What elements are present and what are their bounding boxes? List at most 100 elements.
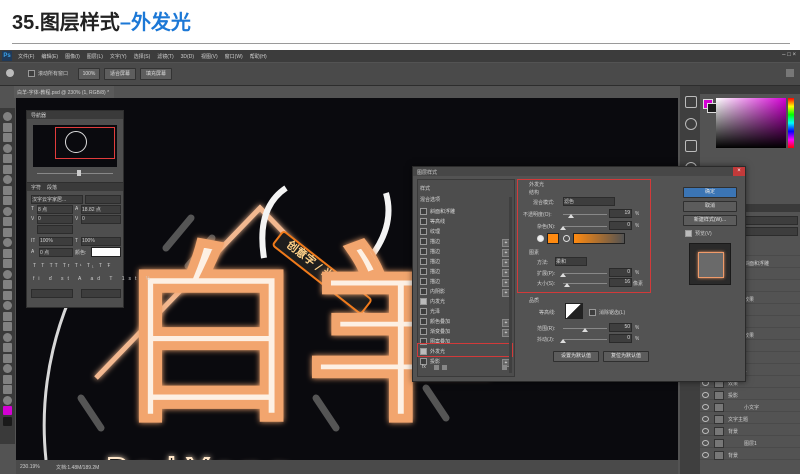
tab-paragraph[interactable]: 段落	[47, 184, 57, 191]
style-item[interactable]: 内发光	[420, 297, 512, 307]
spread-knob[interactable]	[560, 273, 566, 277]
style-checkbox[interactable]	[420, 308, 427, 316]
kerning-field[interactable]: 0	[37, 215, 73, 224]
superscript-button[interactable]: T¹	[75, 263, 84, 269]
spread-field[interactable]: 0	[609, 268, 632, 277]
tool-icon[interactable]	[3, 175, 12, 184]
style-item[interactable]: 斜面和浮雕	[420, 207, 512, 217]
tool-icon[interactable]	[3, 385, 12, 394]
layer-row[interactable]: 背景	[700, 426, 800, 436]
opentype-buttons[interactable]: fi ɗ st A ad T 1st ½	[33, 276, 154, 282]
preview-checkbox[interactable]: 预览(V)	[685, 230, 712, 238]
ok-button[interactable]: 确定	[683, 187, 737, 198]
tool-icon[interactable]	[3, 311, 12, 321]
tool-icon[interactable]	[3, 269, 12, 279]
tracking-field[interactable]: 0	[81, 215, 121, 224]
menu-window[interactable]: 窗口(W)	[225, 54, 243, 60]
menu-help[interactable]: 帮助(H)	[250, 54, 267, 60]
move-up-icon[interactable]	[434, 365, 439, 370]
tool-icon[interactable]	[3, 290, 12, 300]
glow-color-swatch[interactable]	[547, 233, 559, 244]
trash-icon[interactable]	[502, 365, 507, 370]
style-item[interactable]: 描边 +	[420, 247, 512, 257]
scroll-all-option[interactable]: 滚动所有窗口	[28, 70, 68, 78]
menu-view[interactable]: 视图(V)	[201, 54, 218, 60]
blend-mode-select[interactable]: 滤色	[563, 197, 615, 206]
tool-icon[interactable]	[3, 217, 12, 226]
tool-icon[interactable]	[3, 248, 12, 258]
workspace-icon[interactable]	[786, 69, 794, 77]
tool-icon[interactable]	[3, 238, 12, 247]
antialias-select[interactable]	[81, 289, 121, 298]
italic-button[interactable]: T	[41, 263, 46, 269]
navigator-zoom-knob[interactable]	[77, 170, 81, 176]
subscript-button[interactable]: T₁	[87, 263, 96, 269]
noise-field[interactable]: 0	[609, 221, 632, 230]
panel-icon[interactable]	[685, 118, 697, 130]
vertical-scale-field[interactable]: 100%	[39, 237, 73, 246]
tool-icon[interactable]	[3, 374, 12, 384]
style-checkbox[interactable]	[420, 228, 427, 236]
spread-slider[interactable]	[563, 273, 607, 274]
visibility-eye-icon[interactable]	[702, 440, 709, 446]
tab-character[interactable]: 字符	[31, 184, 41, 191]
layer-row[interactable]: 图层1	[700, 438, 800, 448]
tool-icon[interactable]	[3, 280, 12, 289]
style-checkbox[interactable]	[420, 268, 427, 276]
style-checkbox[interactable]	[420, 208, 427, 216]
menu-select[interactable]: 选择(S)	[134, 54, 151, 60]
style-checkbox[interactable]	[420, 288, 427, 296]
menu-filter[interactable]: 滤镜(T)	[157, 54, 173, 60]
jitter-field[interactable]: 0	[609, 334, 632, 343]
panel-icon[interactable]	[685, 96, 697, 108]
style-header[interactable]: 样式	[420, 184, 512, 194]
tool-icon[interactable]	[3, 322, 12, 331]
tool-icon[interactable]	[3, 332, 12, 342]
bold-button[interactable]: T	[33, 263, 38, 269]
jitter-slider[interactable]	[563, 339, 607, 340]
foreground-color-icon[interactable]	[3, 406, 12, 415]
opacity-knob[interactable]	[568, 214, 575, 218]
menu-layer[interactable]: 图层(L)	[87, 54, 103, 60]
tool-icon[interactable]	[3, 112, 12, 121]
style-checkbox[interactable]	[420, 258, 427, 266]
font-size-field[interactable]: 8 点	[37, 205, 73, 214]
style-checkbox[interactable]	[420, 238, 427, 246]
layer-row[interactable]: 小文字	[700, 402, 800, 412]
tsume-field[interactable]	[37, 225, 73, 234]
close-icon[interactable]: ×	[792, 52, 796, 58]
style-list-scrollbar[interactable]	[509, 197, 512, 373]
tool-icon[interactable]	[3, 301, 12, 310]
maximize-icon[interactable]: □	[787, 52, 791, 58]
tool-icon[interactable]	[3, 227, 12, 237]
layer-row[interactable]: 投影	[700, 390, 800, 400]
tool-icon[interactable]	[3, 353, 12, 363]
antialias-checkbox[interactable]: 消除锯齿(L)	[589, 309, 625, 317]
hand-tool-icon[interactable]	[6, 69, 14, 77]
all-caps-button[interactable]: TT	[50, 263, 60, 269]
style-item[interactable]: 内阴影 +	[420, 287, 512, 297]
menu-3d[interactable]: 3D(D)	[181, 54, 194, 60]
visibility-eye-icon[interactable]	[702, 416, 709, 422]
tool-icon[interactable]	[3, 143, 12, 153]
contour-preview[interactable]	[565, 303, 583, 319]
size-knob[interactable]	[564, 283, 571, 287]
layer-row[interactable]: 背景	[700, 450, 800, 460]
tool-icon[interactable]	[3, 196, 12, 205]
baseline-field[interactable]: 0 点	[39, 248, 73, 257]
range-knob[interactable]	[582, 328, 588, 332]
style-item[interactable]: 纹理	[420, 227, 512, 237]
horizontal-scale-field[interactable]: 100%	[81, 237, 121, 246]
solid-color-radio[interactable]	[537, 235, 544, 242]
document-tab[interactable]: 白羊-字体-教程.psd @ 230% (1, RGB/8) *	[14, 86, 114, 98]
minimize-icon[interactable]: –	[782, 52, 785, 58]
style-item[interactable]: 描边 +	[420, 277, 512, 287]
tool-icon[interactable]	[3, 185, 12, 195]
layer-opacity-field[interactable]	[740, 216, 798, 225]
style-checkbox[interactable]	[420, 218, 427, 226]
hue-slider[interactable]	[788, 98, 794, 148]
style-checkbox[interactable]	[420, 298, 427, 306]
tool-icon[interactable]	[3, 364, 12, 373]
tool-icon[interactable]	[3, 164, 12, 174]
background-color-icon[interactable]	[3, 416, 12, 426]
